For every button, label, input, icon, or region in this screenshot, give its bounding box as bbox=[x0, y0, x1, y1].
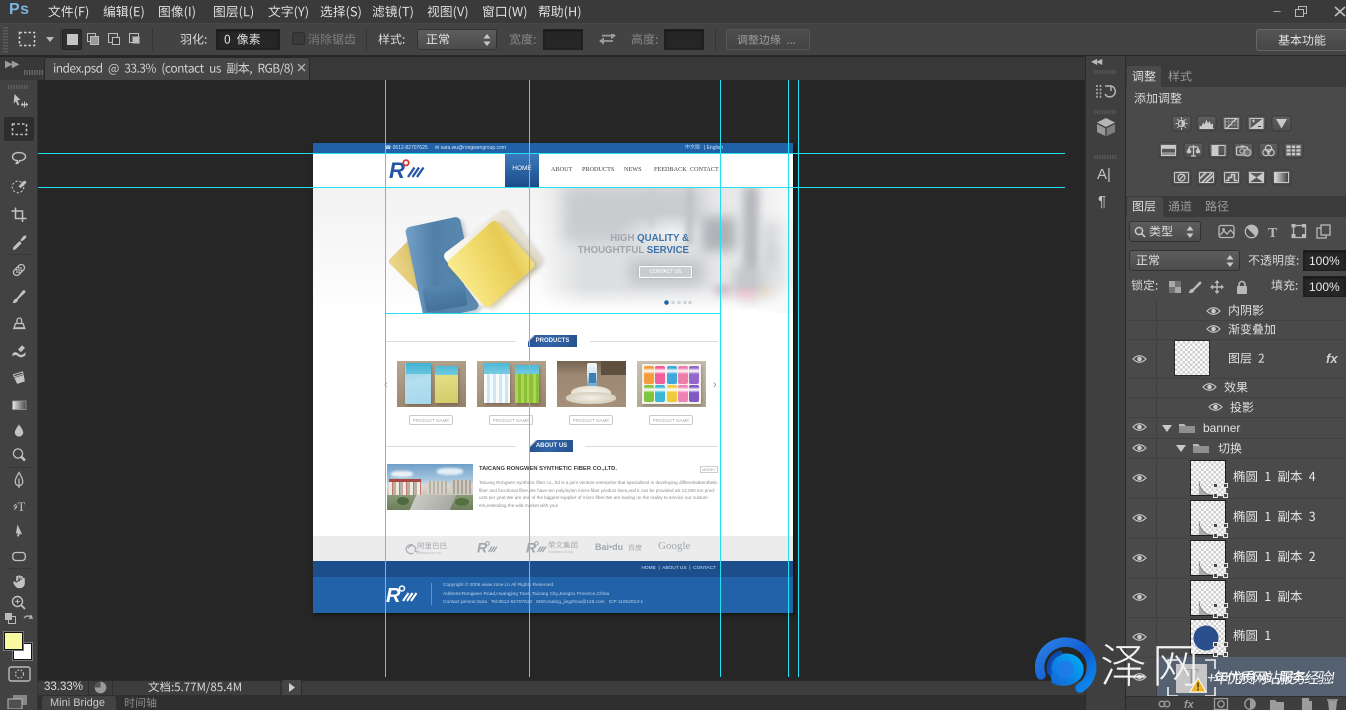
svg-text:T: T bbox=[18, 500, 26, 514]
svg-text:T: T bbox=[1268, 226, 1278, 240]
svg-text:fx: fx bbox=[1184, 699, 1195, 710]
svg-text:R: R bbox=[386, 585, 401, 607]
